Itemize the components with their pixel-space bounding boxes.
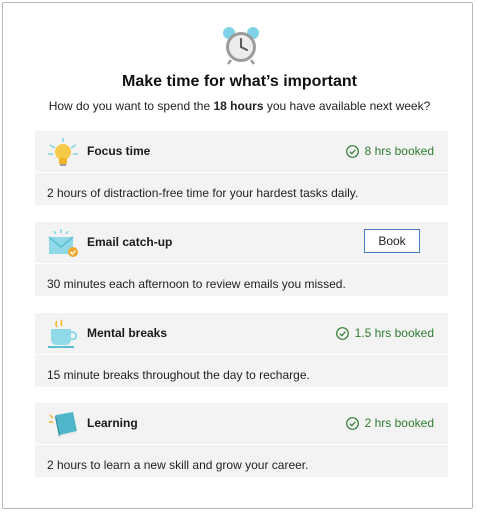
page-subtitle: How do you want to spend the 18 hours yo… [48,99,431,113]
card-description: 2 hours to learn a new skill and grow yo… [47,458,309,472]
check-circle-icon [345,416,359,430]
page-title: Make time for what’s important [122,73,357,90]
card-focus-time: Focus time 8 hrs booked 2 hours of distr… [35,131,448,205]
check-circle-icon [335,326,349,340]
booked-status: 8 hrs booked [345,144,434,158]
card-title: Email catch-up [87,235,173,249]
email-icon [48,229,78,257]
dialog-panel: Make time for what’s important How do yo… [2,2,473,509]
lightbulb-icon [48,138,78,166]
card-mental-breaks: Mental breaks 1.5 hrs booked 15 minute b… [35,313,448,387]
available-hours: 18 hours [213,99,264,113]
card-email-catch-up: Email catch-up Book 30 minutes each afte… [35,222,448,296]
card-description: 2 hours of distraction-free time for you… [47,186,359,200]
booked-status: 2 hrs booked [345,416,434,430]
card-description: 30 minutes each afternoon to review emai… [47,277,346,291]
card-title: Mental breaks [87,326,168,340]
alarm-clock-icon [223,27,259,65]
check-circle-icon [345,144,359,158]
book-button[interactable]: Book [364,229,420,253]
tea-cup-icon [48,319,78,348]
booked-status: 1.5 hrs booked [335,326,434,340]
card-description: 15 minute breaks throughout the day to r… [47,368,310,382]
book-icon [49,412,77,437]
card-title: Focus time [87,144,151,158]
card-title: Learning [87,416,138,430]
card-learning: Learning 2 hrs booked 2 hours to learn a… [35,403,448,477]
